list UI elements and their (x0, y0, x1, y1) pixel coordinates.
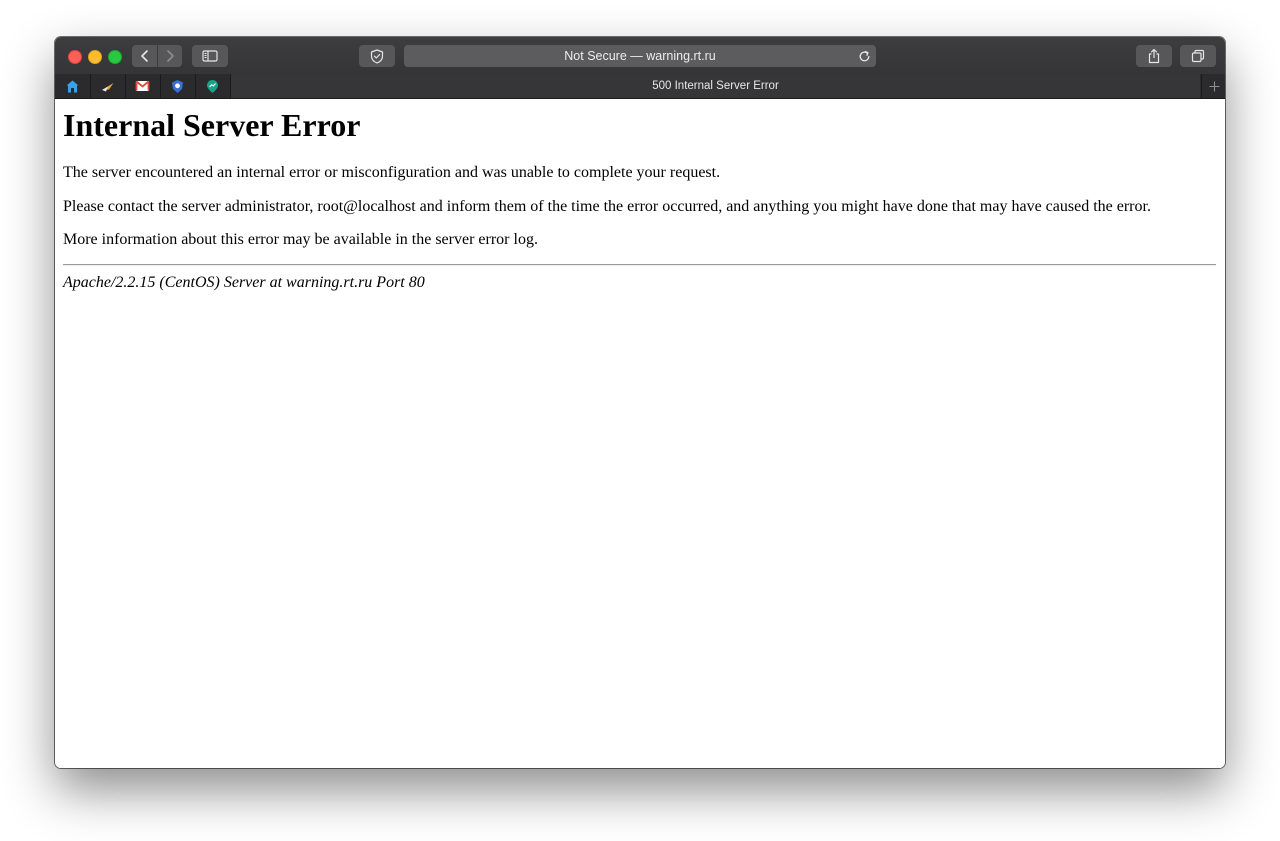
address-bar-text: Not Secure — warning.rt.ru (564, 49, 716, 63)
shield-badge-icon (172, 79, 183, 93)
reload-button[interactable] (856, 48, 872, 64)
back-button[interactable] (132, 45, 158, 67)
pinned-tab-2[interactable] (90, 74, 126, 98)
house-icon (66, 80, 79, 92)
navigation-buttons (132, 45, 182, 67)
pinned-tab-1[interactable] (55, 74, 91, 98)
browser-toolbar: Not Secure — warning.rt.ru (55, 37, 1225, 75)
close-window-button[interactable] (68, 50, 82, 64)
share-icon (1148, 48, 1160, 64)
show-all-tabs-button[interactable] (1180, 45, 1216, 67)
chevron-right-icon (166, 50, 174, 62)
contact-paragraph: Please contact the server administrator,… (63, 198, 1151, 215)
plane-icon (102, 82, 114, 91)
tab-bar: 500 Internal Server Error (55, 74, 1225, 99)
shield-icon (370, 48, 384, 64)
new-tab-button[interactable] (1201, 74, 1225, 98)
horizontal-rule (63, 264, 1216, 266)
server-signature: Apache/2.2.15 (CentOS) Server at warning… (63, 274, 425, 291)
log-info-paragraph: More information about this error may be… (63, 231, 538, 248)
browser-window: Not Secure — warning.rt.ru 500 Internal … (55, 37, 1225, 768)
plus-icon (1209, 81, 1219, 91)
share-button[interactable] (1136, 45, 1172, 67)
map-pin-icon (207, 79, 218, 93)
tab-active[interactable]: 500 Internal Server Error (231, 74, 1200, 98)
pinned-tab-3[interactable] (125, 74, 161, 98)
page-title: Internal Server Error (63, 107, 361, 143)
sidebar-icon (202, 50, 218, 62)
chevron-left-icon (140, 50, 148, 62)
pinned-tab-4[interactable] (160, 74, 196, 98)
address-bar[interactable]: Not Secure — warning.rt.ru (404, 45, 876, 67)
forward-button[interactable] (157, 45, 182, 67)
pinned-tab-5[interactable] (195, 74, 231, 98)
web-page-content: Internal Server Error The server encount… (55, 99, 1225, 768)
gmail-icon (135, 80, 150, 91)
minimize-window-button[interactable] (88, 50, 102, 64)
reload-icon (859, 50, 869, 61)
maximize-window-button[interactable] (108, 50, 122, 64)
privacy-report-button[interactable] (359, 45, 395, 67)
sidebar-toggle-button[interactable] (192, 45, 228, 67)
error-paragraph: The server encountered an internal error… (63, 164, 721, 181)
tabs-overview-icon (1191, 49, 1205, 63)
